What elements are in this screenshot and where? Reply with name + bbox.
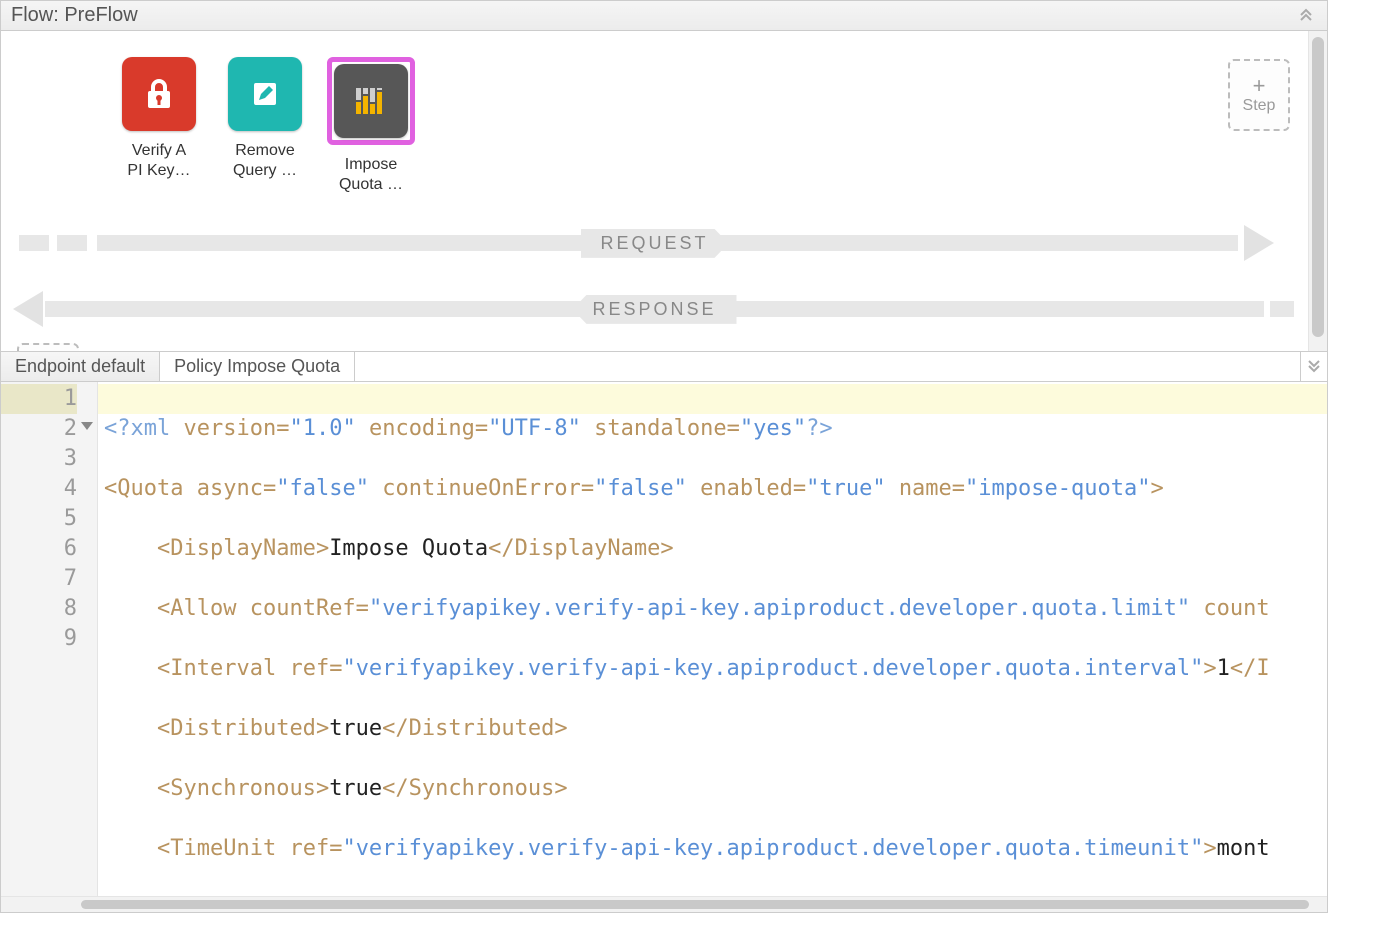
request-label: REQUEST	[580, 229, 728, 258]
arrow-left-icon	[13, 291, 43, 327]
line-number: 5	[1, 504, 77, 534]
policy-verify-api-key[interactable]: Verify A PI Key…	[117, 57, 201, 195]
editor-panel: Flow: PreFlow	[0, 0, 1328, 913]
scrollbar-thumb[interactable]	[81, 900, 1309, 909]
line-number: 8	[1, 594, 77, 624]
bars-icon	[334, 64, 408, 138]
plus-icon: +	[1253, 75, 1266, 97]
line-number: 2	[1, 414, 77, 444]
policy-label: Impose Quota …	[326, 155, 416, 195]
line-number: 4	[1, 474, 77, 504]
arrow-right-icon	[1244, 225, 1274, 261]
policy-label: Verify A PI Key…	[114, 141, 204, 181]
flow-title: Flow: PreFlow	[11, 4, 138, 27]
editor-tabs: Endpoint default Policy Impose Quota	[1, 351, 1327, 382]
line-number: 1	[1, 384, 77, 414]
policy-label: Remove Query …	[220, 141, 310, 181]
line-number: 3	[1, 444, 77, 474]
line-highlight	[98, 384, 1327, 414]
editor-horizontal-scrollbar[interactable]	[1, 896, 1327, 912]
pencil-icon	[228, 57, 302, 131]
flow-header: Flow: PreFlow	[1, 1, 1327, 31]
add-step-response-button[interactable]: + Step	[17, 343, 79, 351]
lane-segment	[57, 235, 87, 251]
code-editor[interactable]: 1 2 3 4 5 6 7 8 9 <?xml version="1.0" en…	[1, 382, 1327, 896]
lane-segment	[1270, 301, 1294, 317]
chevron-double-down-icon	[1307, 359, 1321, 373]
policy-remove-query[interactable]: Remove Query …	[223, 57, 307, 195]
add-step-request-button[interactable]: + Step	[1228, 59, 1290, 131]
tab-policy-impose-quota[interactable]: Policy Impose Quota	[160, 352, 355, 381]
collapse-flow-button[interactable]	[1295, 4, 1317, 26]
canvas-vertical-scrollbar[interactable]	[1308, 31, 1327, 351]
chevron-double-up-icon	[1299, 8, 1313, 22]
line-number: 9	[1, 624, 77, 654]
scrollbar-thumb[interactable]	[1312, 37, 1324, 337]
lock-icon	[122, 57, 196, 131]
response-label: RESPONSE	[572, 295, 736, 324]
tab-endpoint-default[interactable]: Endpoint default	[1, 352, 160, 381]
code-content[interactable]: <?xml version="1.0" encoding="UTF-8" sta…	[98, 382, 1327, 896]
expand-editor-button[interactable]	[1300, 352, 1327, 381]
lane-segment	[19, 235, 49, 251]
flow-canvas: Verify A PI Key… Remove Query …	[1, 31, 1327, 351]
fold-toggle-icon[interactable]	[81, 422, 93, 430]
policy-impose-quota[interactable]: Impose Quota …	[329, 57, 413, 195]
gutter: 1 2 3 4 5 6 7 8 9	[1, 382, 98, 896]
policy-row: Verify A PI Key… Remove Query …	[117, 57, 413, 195]
line-number: 6	[1, 534, 77, 564]
line-number: 7	[1, 564, 77, 594]
